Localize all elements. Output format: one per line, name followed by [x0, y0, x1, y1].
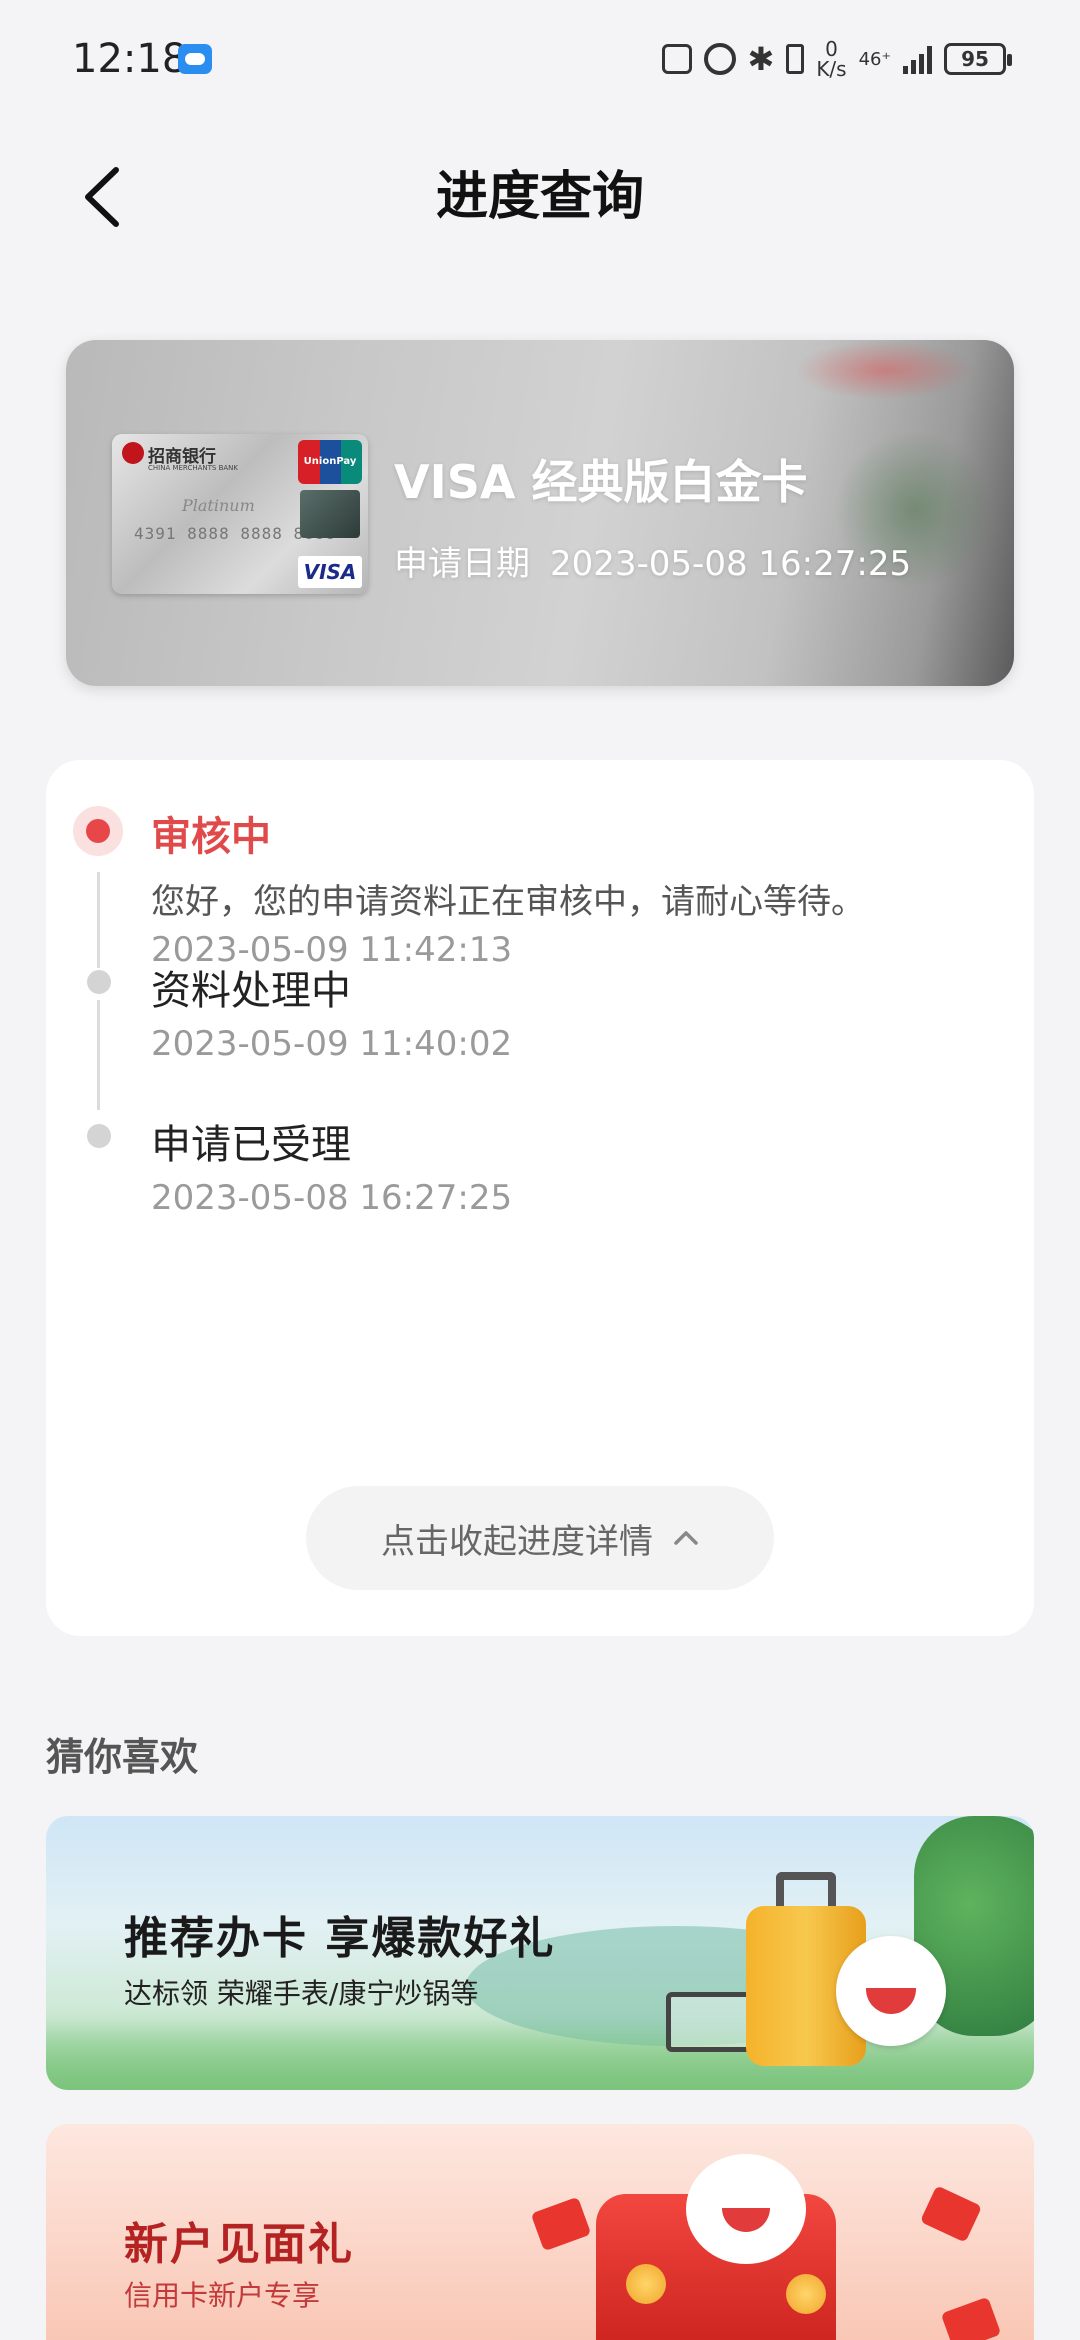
signal-icon	[903, 44, 932, 74]
progress-timeline: 审核中 您好，您的申请资料正在审核中，请耐心等待。 2023-05-09 11:…	[46, 760, 1034, 1636]
page-header: 进度查询	[0, 120, 1080, 270]
bluetooth-icon: ✱	[747, 40, 775, 78]
banner-headline: 新户见面礼	[124, 2219, 354, 2270]
chevron-up-icon	[674, 1531, 698, 1545]
card-tier: Platinum	[182, 496, 255, 515]
visa-logo: VISA	[298, 556, 362, 588]
status-bar: 12:18 ✱ 0 K/s 46⁺ 95	[0, 0, 1080, 120]
step-2-title: 资料处理中	[151, 968, 351, 1014]
unionpay-logo: UnionPay 银联	[298, 440, 362, 511]
page-title: 进度查询	[435, 167, 644, 227]
timeline-dot	[87, 1124, 111, 1148]
network-speed: 0 K/s	[816, 39, 846, 79]
network-type: 46⁺	[858, 48, 891, 70]
timeline-line	[97, 1000, 100, 1110]
coin-icon	[626, 2264, 666, 2304]
banner-subtitle: 信用卡新户专享	[124, 2279, 321, 2312]
mascot-cat-illustration	[686, 2154, 806, 2264]
coin-icon	[786, 2274, 826, 2314]
mascot-cat-illustration	[836, 1936, 946, 2046]
vibrate-icon	[786, 44, 805, 74]
banner-subtitle: 达标领 荣耀手表/康宁炒锅等	[124, 1977, 479, 2010]
apply-date-value: 2023-05-08 16:27:25	[550, 544, 912, 584]
card-bank-name-en: CHINA MERCHANTS BANK	[148, 464, 238, 472]
promo-banner-new-user[interactable]: 新户见面礼 信用卡新户专享	[46, 2124, 1034, 2340]
recommend-title: 猜你喜欢	[46, 1735, 199, 1779]
timeline-dot-active	[73, 806, 123, 856]
red-envelope-icon	[919, 2185, 983, 2243]
step-3-time: 2023-05-08 16:27:25	[151, 1178, 513, 1218]
step-1-desc: 您好，您的申请资料正在审核中，请耐心等待。	[151, 882, 865, 922]
alarm-icon	[703, 43, 736, 75]
battery-icon: 95	[944, 43, 1012, 75]
red-envelope-icon	[530, 2196, 592, 2252]
step-1-title: 审核中	[151, 814, 271, 860]
apply-date-label: 申请日期	[394, 544, 530, 584]
banner-headline: 推荐办卡 享爆款好礼	[124, 1913, 556, 1964]
card-summary: 招商银行 CHINA MERCHANTS BANK Platinum 4391 …	[66, 340, 1014, 686]
promo-banner-card-referral[interactable]: 推荐办卡 享爆款好礼 达标领 荣耀手表/康宁炒锅等	[46, 1816, 1034, 2090]
collapse-progress-button[interactable]: 点击收起进度详情	[306, 1486, 774, 1590]
step-3-title: 申请已受理	[151, 1122, 351, 1168]
step-2-time: 2023-05-09 11:40:02	[151, 1024, 513, 1064]
hologram-icon	[300, 490, 360, 538]
timeline-dot	[87, 970, 111, 994]
collapse-label: 点击收起进度详情	[381, 1521, 653, 1562]
apply-date: 申请日期 2023-05-08 16:27:25	[394, 536, 911, 585]
card-name: VISA 经典版白金卡	[394, 455, 808, 509]
bank-logo-icon	[122, 442, 144, 464]
status-time: 12:18	[72, 36, 188, 82]
status-icons: ✱ 0 K/s 46⁺ 95	[661, 34, 1012, 84]
red-envelope-icon	[940, 2296, 1002, 2340]
weather-icon	[178, 44, 212, 74]
timeline-line	[97, 872, 100, 968]
nfc-icon	[661, 44, 692, 74]
network-speed-unit: K/s	[816, 57, 847, 81]
credit-card-image: 招商银行 CHINA MERCHANTS BANK Platinum 4391 …	[112, 434, 368, 594]
